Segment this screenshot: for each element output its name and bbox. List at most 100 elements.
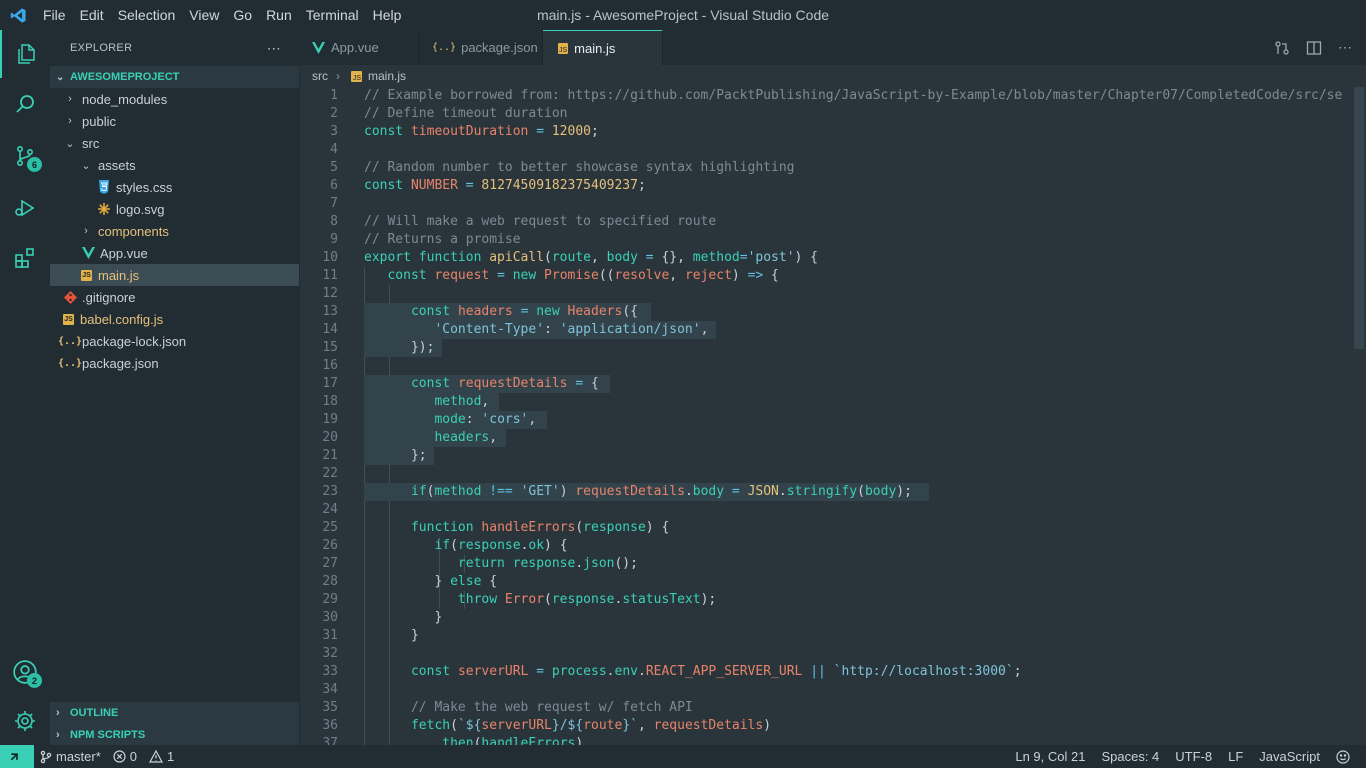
code-text: } else { [434, 574, 498, 589]
more-actions-icon[interactable]: ⋯ [267, 40, 281, 57]
code-line[interactable]: 26 if(response.ok) { [300, 537, 1352, 555]
code-text: fetch(`${serverURL}/${route}`, requestDe… [410, 718, 772, 733]
scrollbar-thumb[interactable] [1354, 87, 1364, 349]
run-debug-icon[interactable] [0, 184, 50, 232]
tree-item-src[interactable]: ⌄ src [50, 132, 299, 154]
breadcrumb-src[interactable]: src [312, 69, 328, 83]
tab-package-json[interactable]: {..} package.json [420, 30, 543, 65]
code-line[interactable]: 4 [300, 141, 1352, 159]
code-line[interactable]: 25 function handleErrors(response) { [300, 519, 1352, 537]
tree-item-label: node_modules [82, 91, 168, 107]
tree-item-package-lock-json[interactable]: {..} package-lock.json [50, 330, 299, 352]
tree-item-label: .gitignore [82, 289, 136, 305]
js-file-icon: JS [81, 269, 92, 281]
code-line[interactable]: 32 [300, 645, 1352, 663]
code-line[interactable]: 18 method, [300, 393, 1352, 411]
outline-section[interactable]: › OUTLINE [50, 702, 299, 724]
code-line[interactable]: 12 [300, 285, 1352, 303]
breadcrumb-file[interactable]: main.js [368, 69, 406, 83]
code-line[interactable]: 15 }); [300, 339, 1352, 357]
code-line[interactable]: 28 } else { [300, 573, 1352, 591]
tab-app-vue[interactable]: App.vue [300, 30, 420, 65]
explorer-icon[interactable] [0, 30, 50, 78]
tree-item-package-json[interactable]: {..} package.json [50, 352, 299, 374]
tree-item-public[interactable]: › public [50, 110, 299, 132]
code-line[interactable]: 14 'Content-Type': 'application/json', [300, 321, 1352, 339]
branch-label: master* [56, 749, 101, 764]
feedback-icon[interactable] [1328, 749, 1358, 764]
menu-file[interactable]: File [36, 0, 73, 30]
tree-item-babel-config[interactable]: JS babel.config.js [50, 308, 299, 330]
code-line[interactable]: 21 }; [300, 447, 1352, 465]
code-line[interactable]: 33 const serverURL = process.env.REACT_A… [300, 663, 1352, 681]
more-actions-icon[interactable]: ⋯ [1338, 39, 1352, 56]
source-control-icon[interactable]: 6 [0, 132, 50, 180]
tree-item-label: public [82, 113, 116, 129]
code-line[interactable]: 35 // Make the web request w/ fetch API [300, 699, 1352, 717]
code-editor[interactable]: 1 // Example borrowed from: https://githu… [300, 87, 1352, 745]
menu-run[interactable]: Run [259, 0, 299, 30]
code-line[interactable]: 13 const headers = new Headers({ [300, 303, 1352, 321]
tree-item-app-vue[interactable]: App.vue [50, 242, 299, 264]
tree-item-node-modules[interactable]: › node_modules [50, 88, 299, 110]
code-line[interactable]: 19 mode: 'cors', [300, 411, 1352, 429]
code-line[interactable]: 9 // Returns a promise [300, 231, 1352, 249]
indentation[interactable]: Spaces: 4 [1093, 749, 1167, 764]
code-line[interactable]: 10 export function apiCall(route, body = … [300, 249, 1352, 267]
menu-help[interactable]: Help [366, 0, 409, 30]
branch-indicator[interactable]: master* [34, 749, 107, 764]
accounts-icon[interactable]: 2 [0, 648, 50, 696]
menu-edit[interactable]: Edit [73, 0, 111, 30]
code-line[interactable]: 5 // Random number to better showcase syn… [300, 159, 1352, 177]
code-line[interactable]: 1 // Example borrowed from: https://githu… [300, 87, 1352, 105]
git-branch-icon [40, 750, 52, 763]
open-changes-icon[interactable] [1274, 40, 1290, 56]
settings-gear-icon[interactable] [0, 697, 50, 745]
code-line[interactable]: 11 const request = new Promise((resolve,… [300, 267, 1352, 285]
tab-main-js[interactable]: JS main.js [543, 30, 663, 65]
code-line[interactable]: 16 [300, 357, 1352, 375]
code-line[interactable]: 24 [300, 501, 1352, 519]
remote-indicator-icon[interactable] [0, 745, 34, 768]
menu-terminal[interactable]: Terminal [299, 0, 366, 30]
code-line[interactable]: 29 throw Error(response.statusText); [300, 591, 1352, 609]
menu-go[interactable]: Go [226, 0, 259, 30]
chevron-down-icon: ⌄ [81, 159, 91, 172]
vertical-scrollbar[interactable] [1352, 87, 1366, 745]
tree-item-gitignore[interactable]: .gitignore [50, 286, 299, 308]
code-line[interactable]: 36 fetch(`${serverURL}/${route}`, reques… [300, 717, 1352, 735]
menu-view[interactable]: View [182, 0, 226, 30]
code-line[interactable]: 7 [300, 195, 1352, 213]
code-line[interactable]: 17 const requestDetails = { [300, 375, 1352, 393]
code-line[interactable]: 2 // Define timeout duration [300, 105, 1352, 123]
search-icon[interactable] [0, 80, 50, 128]
tree-item-main-js[interactable]: JS main.js [50, 264, 299, 286]
project-folder-header[interactable]: ⌄ AWESOMEPROJECT [50, 66, 299, 88]
split-editor-icon[interactable] [1306, 40, 1322, 56]
problems-indicator[interactable]: 0 1 [107, 749, 180, 764]
explorer-sidebar: EXPLORER ⋯ ⌄ AWESOMEPROJECT › node_modul… [50, 30, 299, 746]
code-line[interactable]: 31 } [300, 627, 1352, 645]
tree-item-styles-css[interactable]: styles.css [50, 176, 299, 198]
code-line[interactable]: 3 const timeoutDuration = 12000; [300, 123, 1352, 141]
menu-selection[interactable]: Selection [111, 0, 183, 30]
code-line[interactable]: 6 const NUMBER = 81274509182375409237; [300, 177, 1352, 195]
code-line[interactable]: 20 headers, [300, 429, 1352, 447]
end-of-line[interactable]: LF [1220, 749, 1251, 764]
line-number: 9 [330, 232, 338, 247]
npm-scripts-section[interactable]: › NPM SCRIPTS [50, 724, 299, 746]
extensions-icon[interactable] [0, 234, 50, 282]
code-line[interactable]: 27 return response.json(); [300, 555, 1352, 573]
tree-item-logo-svg[interactable]: logo.svg [50, 198, 299, 220]
code-line[interactable]: 37 .then(handleErrors) [300, 735, 1352, 745]
tree-item-assets[interactable]: ⌄ assets [50, 154, 299, 176]
code-line[interactable]: 34 [300, 681, 1352, 699]
cursor-position[interactable]: Ln 9, Col 21 [1007, 749, 1093, 764]
code-line[interactable]: 8 // Will make a web request to specified… [300, 213, 1352, 231]
tree-item-components[interactable]: › components [50, 220, 299, 242]
code-line[interactable]: 22 [300, 465, 1352, 483]
code-line[interactable]: 30 } [300, 609, 1352, 627]
encoding[interactable]: UTF-8 [1167, 749, 1220, 764]
language-mode[interactable]: JavaScript [1251, 749, 1328, 764]
code-line[interactable]: 23 if(method !== 'GET') requestDetails.b… [300, 483, 1352, 501]
